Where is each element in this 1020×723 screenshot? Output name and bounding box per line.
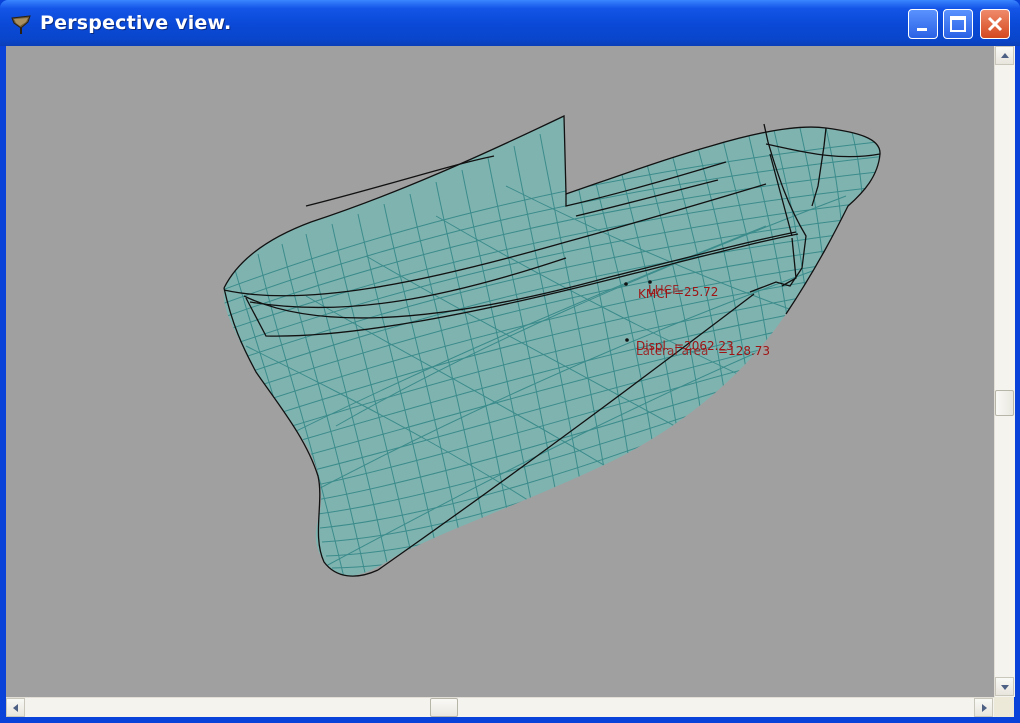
scroll-left-icon xyxy=(13,704,18,712)
label-kmcf-value: =25.72 xyxy=(674,285,718,299)
horizontal-scroll-thumb[interactable] xyxy=(430,698,458,717)
kmcf-marker xyxy=(624,282,628,286)
scroll-down-icon xyxy=(1001,685,1009,690)
close-button[interactable] xyxy=(980,9,1010,39)
maximize-button[interactable] xyxy=(943,9,973,39)
window-title: Perspective view. xyxy=(40,12,232,34)
window-frame-bottom xyxy=(0,717,1020,723)
vertical-scrollbar[interactable] xyxy=(994,46,1015,697)
minimize-button[interactable] xyxy=(908,9,938,39)
close-icon xyxy=(987,16,1003,32)
perspective-viewport[interactable]: KMCF =25.72 LHCF Displ. =2062.23 Lateral… xyxy=(6,46,1014,717)
minimize-icon xyxy=(917,28,927,31)
scroll-down-button[interactable] xyxy=(995,677,1014,696)
horizontal-scrollbar[interactable] xyxy=(6,697,994,718)
scroll-right-icon xyxy=(982,704,987,712)
vertical-scroll-thumb[interactable] xyxy=(995,390,1014,416)
displ-marker xyxy=(625,338,629,342)
maximize-icon xyxy=(950,16,966,32)
scroll-right-button[interactable] xyxy=(974,698,993,717)
scroll-up-icon xyxy=(1001,53,1009,58)
scrollbar-corner xyxy=(994,697,1014,717)
application-window: Perspective view. KMCF =25.72 LHCF Displ… xyxy=(0,0,1020,723)
scroll-left-button[interactable] xyxy=(6,698,25,717)
scroll-up-button[interactable] xyxy=(995,46,1014,65)
hull-wireframe[interactable]: KMCF =25.72 LHCF Displ. =2062.23 Lateral… xyxy=(6,46,1014,717)
label-lhcf: LHCF xyxy=(648,283,679,297)
label-lateral-area-value: =128.73 xyxy=(718,344,770,358)
app-icon[interactable] xyxy=(8,10,34,36)
title-bar[interactable]: Perspective view. xyxy=(0,0,1020,46)
label-lateral-area: Lateral area xyxy=(636,344,708,358)
